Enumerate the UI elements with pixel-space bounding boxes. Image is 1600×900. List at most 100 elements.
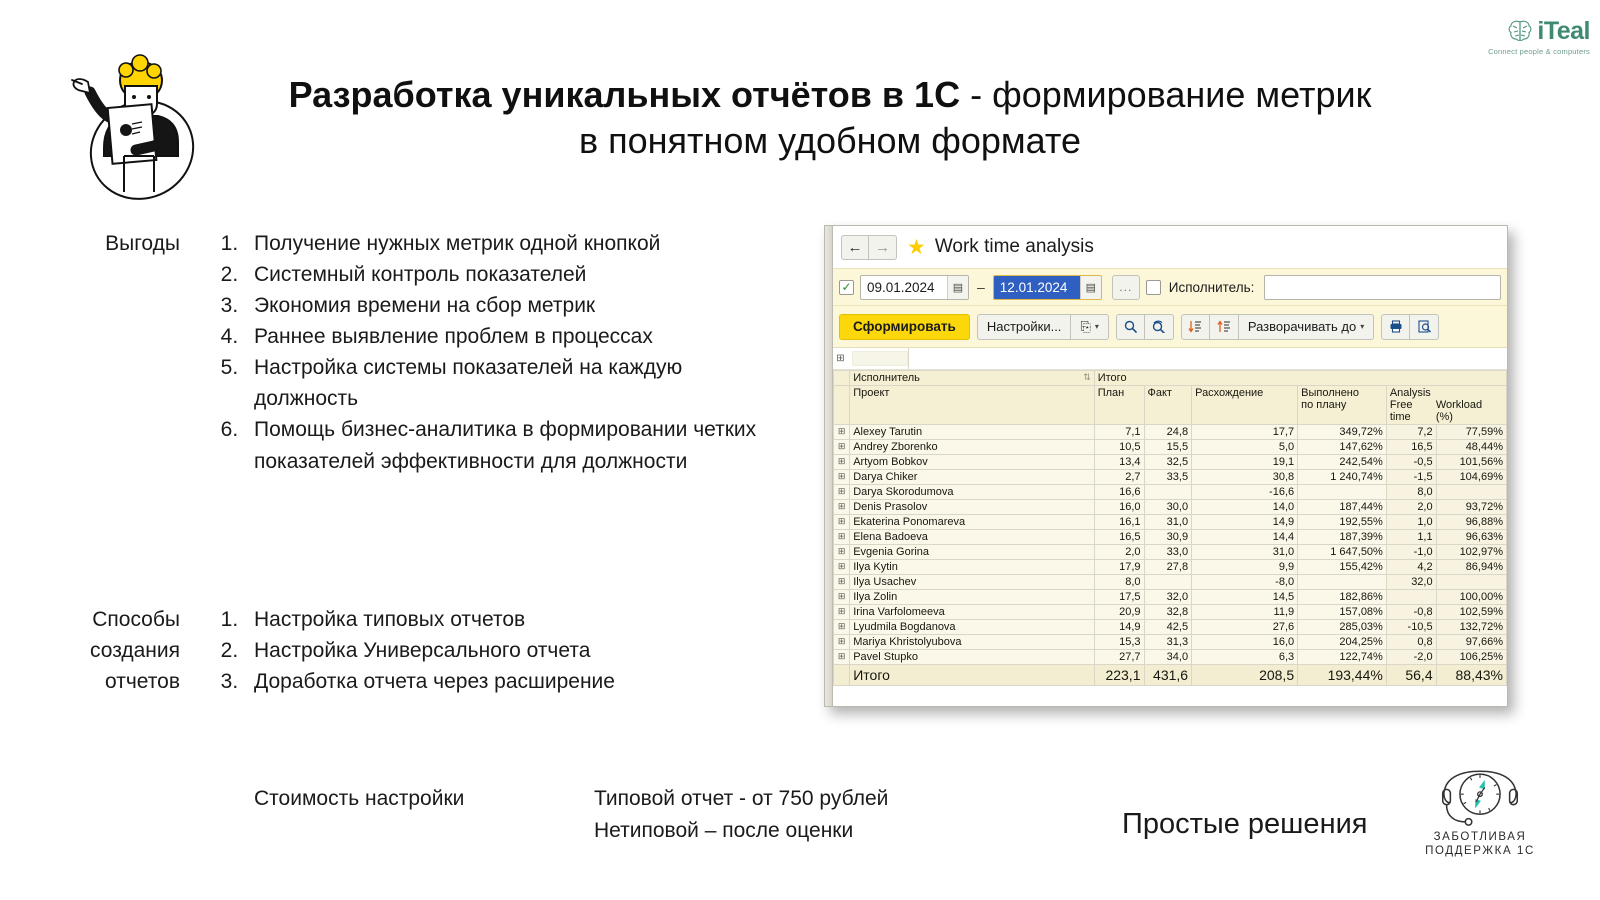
table-row[interactable]: ⊞ Ekaterina Ponomareva 16,1 31,0 14,9 192,55%… <box>833 514 1507 530</box>
page-title-line2: в понятном удобном формате <box>578 120 1081 162</box>
forward-icon[interactable]: → <box>869 234 897 260</box>
row-expand-icon[interactable]: ⊞ <box>833 439 851 455</box>
row-expand-icon[interactable]: ⊞ <box>833 559 851 575</box>
cell-variance: 19,1 <box>1191 454 1299 470</box>
generate-button[interactable]: Сформировать <box>839 313 970 340</box>
row-expand-icon[interactable]: ⊞ <box>833 574 851 590</box>
back-icon[interactable]: ← <box>841 234 869 260</box>
cell-variance: 9,9 <box>1191 559 1299 575</box>
row-expand-icon[interactable]: ⊞ <box>833 589 851 605</box>
executor-input[interactable] <box>1264 274 1501 300</box>
cell-variance: 14,4 <box>1191 529 1299 545</box>
header-analysis-wrap: Analysis Free time Workload (%) <box>1385 385 1507 425</box>
row-expand-icon[interactable]: ⊞ <box>833 634 851 650</box>
header-free-l1: Free <box>1389 399 1413 411</box>
search-again-button[interactable] <box>1144 313 1174 340</box>
cell-variance: 27,6 <box>1191 619 1299 635</box>
header-workload-l1: Workload <box>1435 399 1483 411</box>
cell-variance: 11,9 <box>1191 604 1299 620</box>
cell-workload: 97,66% <box>1435 634 1507 650</box>
sort-ascending-icon <box>1217 320 1230 332</box>
executor-checkbox[interactable]: ✓ <box>1145 279 1161 295</box>
row-expand-icon[interactable]: ⊞ <box>833 604 851 620</box>
table-row[interactable]: ⊞ Mariya Khristolyubova 15,3 31,3 16,0 204,25… <box>833 634 1507 650</box>
cell-free: 1,1 <box>1385 529 1437 545</box>
list-item: Раннее выявление проблем в процессах <box>244 321 770 352</box>
cell-done: 1 240,74% <box>1297 469 1387 485</box>
table-row[interactable]: ⊞ Darya Chiker 2,7 33,5 30,8 1 240,74% -1,5 104… <box>833 469 1507 485</box>
expand-to-label: Разворачивать до <box>1247 319 1357 334</box>
date-from-field[interactable]: 09.01.2024 ▤ <box>860 274 969 300</box>
row-expand-icon[interactable]: ⊞ <box>833 469 851 485</box>
cell-free: 2,0 <box>1385 499 1437 515</box>
table-row[interactable]: ⊞ Lyudmila Bogdanova 14,9 42,5 27,6 285,03% -1… <box>833 619 1507 635</box>
cell-plan: 2,0 <box>1093 544 1145 560</box>
table-row[interactable]: ⊞ Ilya Usachev 8,0 -8,0 32,0 <box>833 574 1507 590</box>
cell-fact: 33,5 <box>1143 469 1193 485</box>
cell-fact: 31,3 <box>1143 634 1193 650</box>
header-executor-label: Исполнитель <box>853 372 920 384</box>
table-row[interactable]: ⊞ Ilya Kytin 17,9 27,8 9,9 155,42% 4,2 86,94% <box>833 559 1507 575</box>
methods-label: Способы создания отчетов <box>90 608 180 694</box>
window-title: Work time analysis <box>934 236 1094 257</box>
cell-done: 187,39% <box>1297 529 1387 545</box>
total-workload: 88,43% <box>1435 664 1507 686</box>
cell-name: Alexey Tarutin <box>849 424 1095 440</box>
period-checkbox[interactable]: ✓ <box>839 279 854 295</box>
print-button[interactable] <box>1381 313 1411 340</box>
expand-all-icon[interactable]: ⊞ <box>833 348 848 369</box>
total-label: Итого <box>849 664 1095 686</box>
row-expand-icon[interactable]: ⊞ <box>833 499 851 515</box>
row-expand-icon[interactable]: ⊞ <box>833 484 851 500</box>
report-toolbar: Сформировать Настройки... ⎘ ▾ Разворачив… <box>833 306 1507 348</box>
table-row[interactable]: ⊞ Alexey Tarutin 7,1 24,8 17,7 349,72% 7,2 77,5… <box>833 424 1507 440</box>
cell-free: 4,2 <box>1385 559 1437 575</box>
date-to-field[interactable]: 12.01.2024 ▤ <box>992 274 1102 300</box>
table-row[interactable]: ⊞ Ilya Zolin 17,5 32,0 14,5 182,86% 100,00% <box>833 589 1507 605</box>
report-table-area[interactable]: ⊞ Исполнитель ⇅ Итого Проект План Факт Р… <box>833 348 1507 706</box>
report-table: Исполнитель ⇅ Итого Проект План Факт Рас… <box>833 370 1507 686</box>
row-expand-icon[interactable]: ⊞ <box>833 424 851 440</box>
table-row[interactable]: ⊞ Artyom Bobkov 13,4 32,5 19,1 242,54% -0,5 101… <box>833 454 1507 470</box>
favorite-star-icon[interactable]: ★ <box>907 237 926 258</box>
header-free-l2: time <box>1389 411 1411 423</box>
search-group <box>1115 313 1174 340</box>
cell-plan: 8,0 <box>1093 574 1145 590</box>
row-expand-icon[interactable]: ⊞ <box>833 529 851 545</box>
table-row[interactable]: ⊞ Denis Prasolov 16,0 30,0 14,0 187,44% 2,0 93,… <box>833 499 1507 515</box>
table-row[interactable]: ⊞ Andrey Zborenko 10,5 15,5 5,0 147,62% 16,5 48… <box>833 439 1507 455</box>
row-expand-icon[interactable]: ⊞ <box>833 619 851 635</box>
table-row[interactable]: ⊞ Irina Varfolomeeva 20,9 32,8 11,9 157,08% -0… <box>833 604 1507 620</box>
print-preview-button[interactable] <box>1410 313 1440 340</box>
more-filters-button[interactable]: ... <box>1111 274 1140 300</box>
cell-variance: 14,0 <box>1191 499 1299 515</box>
list-item: Настройка системы показателей на каждую … <box>244 352 770 414</box>
copy-settings-button[interactable]: ⎘ ▾ <box>1071 313 1109 340</box>
cell-fact: 32,0 <box>1143 589 1193 605</box>
table-row[interactable]: ⊞ Evgenia Gorina 2,0 33,0 31,0 1 647,50% -1,0 1… <box>833 544 1507 560</box>
cell-variance: 14,9 <box>1191 514 1299 530</box>
cell-fact: 34,0 <box>1143 649 1193 665</box>
grid-strip-rest <box>908 348 1507 369</box>
row-expand-icon[interactable]: ⊞ <box>833 514 851 530</box>
row-expand-icon[interactable]: ⊞ <box>833 649 851 665</box>
table-header-row-1: Исполнитель ⇅ Итого <box>833 370 1507 386</box>
table-row[interactable]: ⊞ Elena Badoeva 16,5 30,9 14,4 187,39% 1,1 96,6… <box>833 529 1507 545</box>
date-from-value: 09.01.2024 <box>867 279 935 295</box>
list-item: Получение нужных метрик одной кнопкой <box>244 228 770 259</box>
table-row[interactable]: ⊞ Pavel Stupko 27,7 34,0 6,3 122,74% -2,0 106,2… <box>833 649 1507 665</box>
table-row[interactable]: ⊞ Darya Skorodumova 16,6 -16,6 8,0 <box>833 484 1507 500</box>
cell-free: 16,5 <box>1385 439 1437 455</box>
expand-to-button[interactable]: Разворачивать до ▾ <box>1238 313 1375 340</box>
sort-ascending-button[interactable] <box>1209 313 1239 340</box>
sort-descending-button[interactable] <box>1180 313 1210 340</box>
row-expand-icon[interactable]: ⊞ <box>833 544 851 560</box>
search-button[interactable] <box>1115 313 1145 340</box>
list-item: Настройка Универсального отчета <box>244 635 770 666</box>
row-expand-icon[interactable]: ⊞ <box>833 454 851 470</box>
calendar-icon[interactable]: ▤ <box>1079 275 1101 299</box>
cell-plan: 16,6 <box>1093 484 1145 500</box>
calendar-icon[interactable]: ▤ <box>947 275 968 299</box>
settings-button[interactable]: Настройки... <box>976 313 1072 340</box>
cell-free: -1,0 <box>1385 544 1437 560</box>
